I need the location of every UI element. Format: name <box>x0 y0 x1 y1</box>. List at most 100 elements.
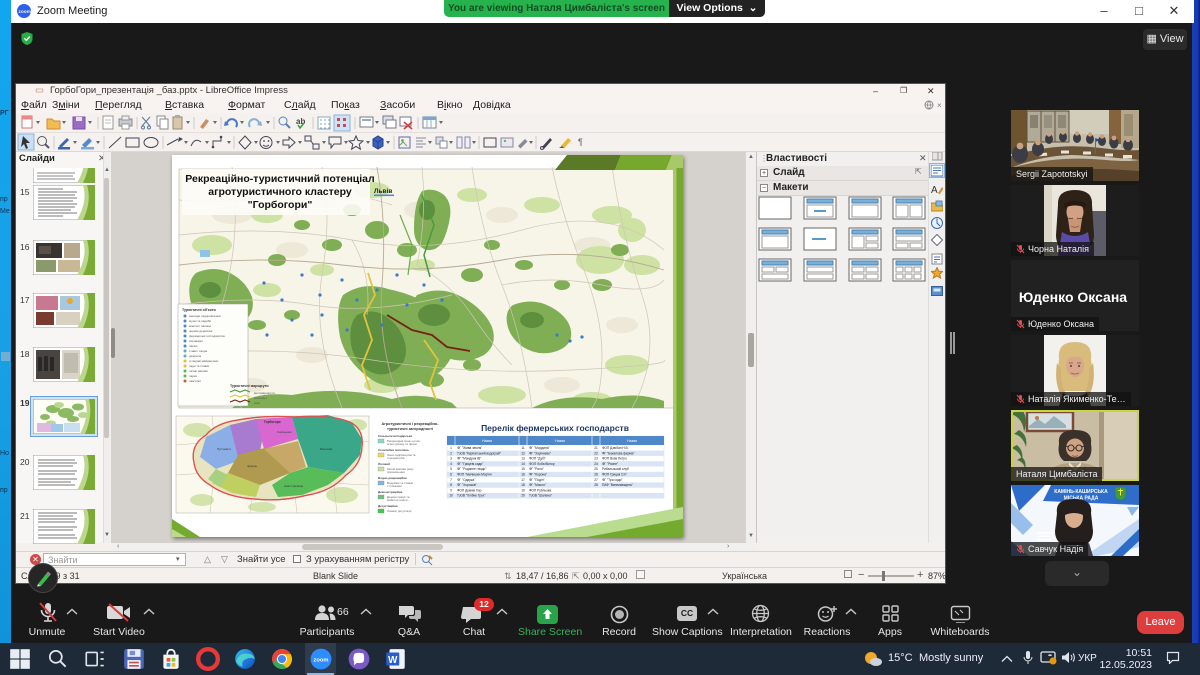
svg-text:11: 11 <box>521 446 525 450</box>
svg-text:Демонстраційна: Демонстраційна <box>378 490 403 494</box>
svg-text:пішохідні: пішохідні <box>254 396 267 400</box>
svg-text:церкви дерев'яні: церкви дерев'яні <box>189 329 213 333</box>
svg-text:4: 4 <box>450 462 452 466</box>
svg-text:ФОП Тимчишин Мар'ян: ФОП Тимчишин Мар'ян <box>457 473 492 477</box>
svg-text:агротуризму та ферм: агротуризму та ферм <box>387 442 417 446</box>
svg-text:парки: парки <box>189 374 197 378</box>
svg-text:джерела: джерела <box>189 354 201 358</box>
svg-text:24: 24 <box>594 462 598 466</box>
svg-text:ФГ "Хорошів": ФГ "Хорошів" <box>457 483 477 487</box>
svg-text:Туристичні маршрути: Туристичні маршрути <box>230 384 269 388</box>
svg-text:агротуристичного кластеру: агротуристичного кластеру <box>208 186 352 198</box>
svg-text:призначення: призначення <box>387 470 405 474</box>
svg-text:22: 22 <box>594 451 598 455</box>
svg-text:ФОП "Дубі": ФОП "Дубі" <box>529 457 546 461</box>
svg-text:18: 18 <box>521 483 525 487</box>
svg-text:ФГ "Три сади": ФГ "Три сади" <box>602 478 623 482</box>
svg-text:ФГ "Зарічневе": ФГ "Зарічневе" <box>529 451 551 455</box>
svg-text:туристичні загородності: туристичні загородності <box>387 427 433 431</box>
svg-text:ФОП Дзюбан Н.В.: ФОП Дзюбан Н.В. <box>602 446 629 450</box>
svg-text:ФОП Демків Ігор: ФОП Демків Ігор <box>457 488 482 492</box>
svg-text:ФГ "Грицеві сади": ФГ "Грицеві сади" <box>457 462 483 466</box>
svg-text:ФОП Лоба Віктор: ФОП Лоба Віктор <box>529 462 555 466</box>
svg-text:Назва: Назва <box>555 439 565 443</box>
svg-text:ПАФ "Винниківщина": ПАФ "Винниківщина" <box>602 483 633 487</box>
svg-text:ТзОВ "Шалена": ТзОВ "Шалена" <box>529 494 552 498</box>
svg-text:ФОП Грицак О.Р.: ФОП Грицак О.Р. <box>602 473 627 477</box>
svg-text:Селитебна поселень: Селитебна поселень <box>378 448 409 452</box>
svg-text:7: 7 <box>450 478 452 482</box>
svg-text:12: 12 <box>521 451 525 455</box>
svg-text:A: A <box>931 185 938 195</box>
svg-text:ФГ "Рало": ФГ "Рало" <box>529 467 544 471</box>
svg-text:КАМІНЬ-КАШИРСЬКА: КАМІНЬ-КАШИРСЬКА <box>1054 489 1108 495</box>
svg-text:10: 10 <box>449 494 453 498</box>
svg-text:кінні: кінні <box>254 401 260 405</box>
svg-text:маєтки і палаци: маєтки і палаци <box>189 324 211 328</box>
svg-text:Лісовий: Лісовий <box>378 462 390 466</box>
svg-text:9: 9 <box>450 488 452 492</box>
svg-text:"Горбогори": "Горбогори" <box>248 199 313 211</box>
svg-text:25: 25 <box>594 467 598 471</box>
svg-text:заклади оздоровлення: заклади оздоровлення <box>189 314 221 318</box>
svg-text:сироварні: сироварні <box>189 339 203 343</box>
svg-text:ФГ "Родинне гніздо": ФГ "Родинне гніздо" <box>457 467 486 471</box>
svg-text:2: 2 <box>450 451 452 455</box>
svg-text:23: 23 <box>594 457 598 461</box>
svg-text:13: 13 <box>521 457 525 461</box>
svg-text:стави і озера: стави і озера <box>189 349 207 353</box>
svg-text:15: 15 <box>521 467 525 471</box>
svg-text:ФГ "Рясне": ФГ "Рясне" <box>602 462 618 466</box>
svg-text:ФОП Вовк Петро: ФОП Вовк Петро <box>602 457 627 461</box>
svg-text:Пустомити: Пустомити <box>217 447 231 451</box>
svg-text:веломаршрути: веломаршрути <box>254 391 275 395</box>
svg-text:20: 20 <box>521 494 525 498</box>
svg-text:фермерські господарства: фермерські господарства <box>189 334 225 338</box>
svg-text:W: W <box>388 655 398 666</box>
svg-text:Рибальський клуб: Рибальський клуб <box>602 467 629 471</box>
svg-text:Локації дегустації: Локації дегустації <box>387 509 412 513</box>
svg-text:28: 28 <box>594 483 598 487</box>
svg-text:×: × <box>937 101 942 110</box>
svg-text:21: 21 <box>594 446 598 450</box>
svg-text:сади та ставки: сади та ставки <box>189 364 210 368</box>
svg-text:Миколаїв: Миколаїв <box>320 447 333 451</box>
svg-text:19: 19 <box>521 488 525 492</box>
svg-text:щирець: щирець <box>247 464 258 468</box>
svg-text:ФГ "Подін": ФГ "Подін" <box>529 478 545 482</box>
svg-text:Горбогори: Горбогори <box>264 420 281 424</box>
svg-text:Перелік фермерських господарст: Перелік фермерських господарств <box>481 423 629 433</box>
svg-text:¶: ¶ <box>578 137 583 147</box>
svg-text:Водно-рекреаційна: Водно-рекреаційна <box>378 476 407 480</box>
svg-text:8: 8 <box>450 483 452 487</box>
svg-text:ФГ "Мордина": ФГ "Мордина" <box>529 446 550 450</box>
svg-text:Агротуристичні і рекреаційно-: Агротуристичні і рекреаційно- <box>381 422 439 426</box>
svg-text:26: 26 <box>594 473 598 477</box>
svg-text:ФГ "Масло": ФГ "Масло" <box>529 483 546 487</box>
svg-text:ab: ab <box>296 117 305 126</box>
svg-text:ФОП Рубльова: ФОП Рубльова <box>529 488 551 492</box>
svg-text:Дегустаційна: Дегустаційна <box>378 504 398 508</box>
svg-text:16: 16 <box>521 473 525 477</box>
svg-text:Туристичні об'єкти: Туристичні об'єкти <box>182 308 216 312</box>
svg-text:Нові Стрілища: Нові Стрілища <box>284 484 303 488</box>
svg-text:27: 27 <box>594 478 598 482</box>
svg-text:пам'ятки: пам'ятки <box>189 379 201 383</box>
svg-text:1: 1 <box>450 446 452 450</box>
svg-text:ФГ "Жива земля": ФГ "Жива земля" <box>457 446 482 450</box>
svg-text:ТзОВ "Карпатський водограй": ТзОВ "Карпатський водограй" <box>457 451 501 455</box>
svg-text:17: 17 <box>521 478 525 482</box>
svg-text:Львів: Львів <box>374 187 392 195</box>
svg-text:лісові масиви: лісові масиви <box>189 369 208 373</box>
svg-text:Назва: Назва <box>627 439 637 443</box>
svg-text:майстер-класи: майстер-класи <box>387 498 408 502</box>
svg-text:Сільськогосподарська: Сільськогосподарська <box>378 434 412 438</box>
svg-text:3: 3 <box>450 457 452 461</box>
svg-text:оглядові майданчики: оглядові майданчики <box>189 359 219 363</box>
svg-text:Рекреаційно-туристичний потенц: Рекреаційно-туристичний потенціал <box>185 173 374 185</box>
svg-text:zoom: zoom <box>314 657 329 663</box>
svg-text:ТзОВ "Хлібне Грух": ТзОВ "Хлібне Грух" <box>457 494 486 498</box>
svg-text:Сокільники: Сокільники <box>277 430 292 434</box>
svg-text:з пляжами: з пляжами <box>387 484 402 488</box>
svg-text:ФГ "Одарка": ФГ "Одарка" <box>457 478 475 482</box>
